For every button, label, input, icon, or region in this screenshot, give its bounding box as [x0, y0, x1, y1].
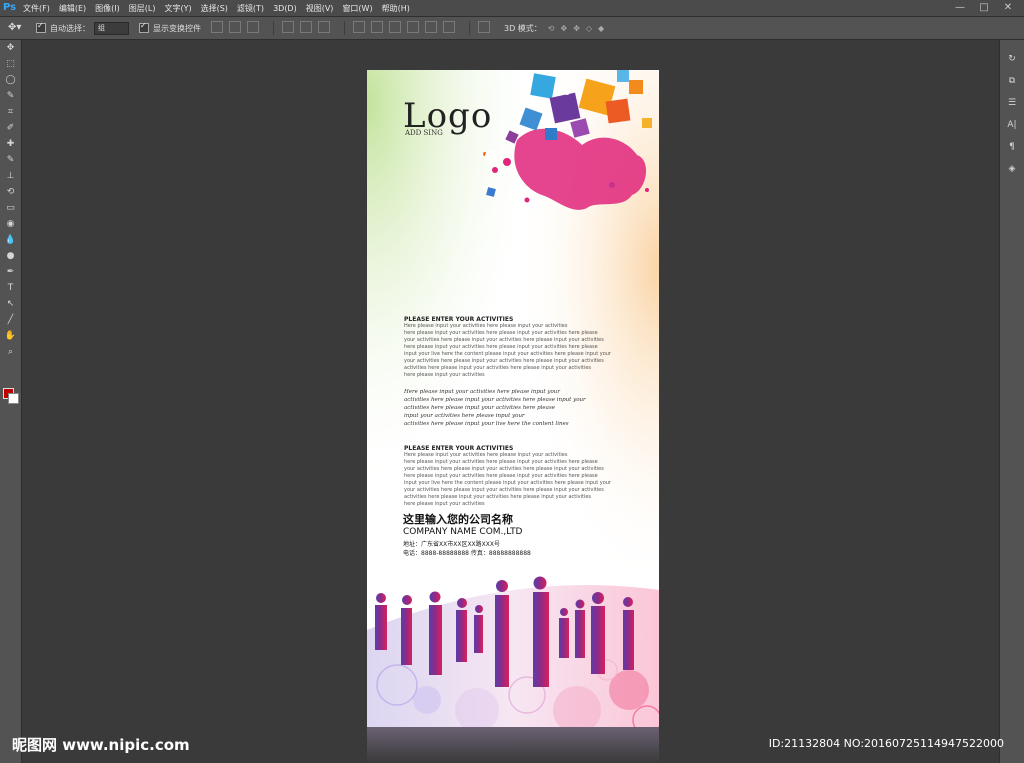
menu-file[interactable]: 文件(F): [23, 3, 50, 14]
line-icon[interactable]: ╱: [0, 312, 21, 328]
align-middle-icon[interactable]: [229, 21, 241, 33]
activities-heading-1: PLEASE ENTER YOUR ACTIVITIES: [404, 316, 514, 323]
separator: [273, 21, 274, 35]
activities-heading-2: PLEASE ENTER YOUR ACTIVITIES: [404, 445, 514, 452]
marquee-icon[interactable]: ⬚: [0, 56, 21, 72]
company-address: 地址：广东省XX市XX区XX路XXX号: [403, 541, 500, 548]
auto-select-checkbox[interactable]: [36, 21, 46, 33]
script-paragraph: Here please input your activities here p…: [404, 389, 586, 427]
photoshop-logo-icon: Ps: [3, 2, 17, 13]
align-buttons: [211, 21, 496, 35]
show-transform-label: 显示变换控件: [153, 23, 201, 33]
auto-select-label: 自动选择：: [50, 23, 90, 33]
menu-layer[interactable]: 图层(L): [129, 3, 156, 14]
lasso-icon[interactable]: ◯: [0, 72, 21, 88]
menu-image[interactable]: 图像(I): [95, 3, 120, 14]
menu-window[interactable]: 窗口(W): [342, 3, 372, 14]
dodge-icon[interactable]: ●: [0, 248, 21, 264]
window-controls: — □ ✕: [948, 0, 1020, 16]
minimize-button[interactable]: —: [948, 0, 972, 16]
type-icon[interactable]: T: [0, 280, 21, 296]
maximize-button[interactable]: □: [972, 0, 996, 16]
align-center-icon[interactable]: [300, 21, 312, 33]
crop-icon[interactable]: ⌗: [0, 104, 21, 120]
distribute-middle-icon[interactable]: [371, 21, 383, 33]
3d-icon[interactable]: ◈: [1000, 160, 1024, 178]
canvas-reflection: [367, 727, 659, 763]
activities-paragraph-1: Here please input your activities here p…: [404, 323, 611, 378]
align-bottom-icon[interactable]: [247, 21, 259, 33]
move-icon[interactable]: ✥: [0, 40, 21, 56]
menu-3d[interactable]: 3D(D): [273, 4, 297, 13]
distribute-bottom-icon[interactable]: [389, 21, 401, 33]
eraser-icon[interactable]: ▭: [0, 200, 21, 216]
move-tool-preset-icon[interactable]: ✥▾: [8, 19, 36, 37]
eyedropper-icon[interactable]: ✐: [0, 120, 21, 136]
company-name-en: COMPANY NAME COM.,LTD: [403, 527, 523, 537]
align-top-icon[interactable]: [211, 21, 223, 33]
bucket-icon[interactable]: ◉: [0, 216, 21, 232]
distribute-center-icon[interactable]: [425, 21, 437, 33]
hand-icon[interactable]: ✋: [0, 328, 21, 344]
menu-view[interactable]: 视图(V): [306, 3, 334, 14]
stamp-icon[interactable]: ⊥: [0, 168, 21, 184]
3d-mode-label: 3D 模式：: [504, 23, 542, 33]
align-left-icon[interactable]: [282, 21, 294, 33]
background-color-swatch[interactable]: [8, 393, 19, 404]
company-name-cn: 这里输入您的公司名称: [403, 513, 513, 526]
activities-paragraph-2: Here please input your activities here p…: [404, 452, 611, 507]
paragraph-icon[interactable]: ¶: [1000, 138, 1024, 156]
auto-align-icon[interactable]: [478, 21, 490, 33]
company-phone: 电话：8888-88888888 传真：88888888888: [403, 550, 531, 557]
site-watermark: 昵图网 www.nipic.com: [12, 736, 190, 754]
history-icon[interactable]: ↻: [1000, 50, 1024, 68]
menu-select[interactable]: 选择(S): [201, 3, 228, 14]
show-transform-checkbox[interactable]: [139, 21, 149, 33]
close-button[interactable]: ✕: [996, 0, 1020, 16]
distribute-left-icon[interactable]: [407, 21, 419, 33]
distribute-top-icon[interactable]: [353, 21, 365, 33]
character-icon[interactable]: A|: [1000, 116, 1024, 134]
menu-filter[interactable]: 滤镜(T): [237, 3, 264, 14]
menu-bar: Ps 文件(F) 编辑(E) 图像(I) 图层(L) 文字(Y) 选择(S) 滤…: [0, 0, 1024, 17]
path-select-icon[interactable]: ↖: [0, 296, 21, 312]
auto-select-dropdown[interactable]: 组: [94, 21, 129, 35]
options-bar: ✥▾ 自动选择： 组 显示变换控件 3D 模式： ⟲✥✥◇◆: [0, 17, 1024, 40]
image-id-watermark: ID:21132804 NO:20160725114947522000: [768, 737, 1004, 750]
adjust-icon[interactable]: ⧉: [1000, 72, 1024, 90]
separator: [344, 21, 345, 35]
pen-icon[interactable]: ✒: [0, 264, 21, 280]
separator: [469, 21, 470, 35]
panel-dock: ↻ ⧉ ☰ A| ¶ ◈: [999, 40, 1024, 763]
3d-mode-icons[interactable]: ⟲✥✥◇◆: [548, 24, 610, 33]
blur-icon[interactable]: 💧: [0, 232, 21, 248]
distribute-right-icon[interactable]: [443, 21, 455, 33]
quick-select-icon[interactable]: ✎: [0, 88, 21, 104]
document-canvas[interactable]: Logo ADD SING PLEASE ENTER YOUR ACTIVITI…: [367, 70, 659, 727]
zoom-icon[interactable]: ⌕: [0, 344, 21, 360]
menu-edit[interactable]: 编辑(E): [59, 3, 86, 14]
brush-icon[interactable]: ✎: [0, 152, 21, 168]
poster-logo-subtitle: ADD SING: [405, 129, 443, 137]
properties-icon[interactable]: ☰: [1000, 94, 1024, 112]
menu-help[interactable]: 帮助(H): [382, 3, 410, 14]
crowd-decoration: [367, 576, 659, 727]
menu-type[interactable]: 文字(Y): [164, 3, 191, 14]
align-right-icon[interactable]: [318, 21, 330, 33]
history-brush-icon[interactable]: ⟲: [0, 184, 21, 200]
healing-icon[interactable]: ✚: [0, 136, 21, 152]
